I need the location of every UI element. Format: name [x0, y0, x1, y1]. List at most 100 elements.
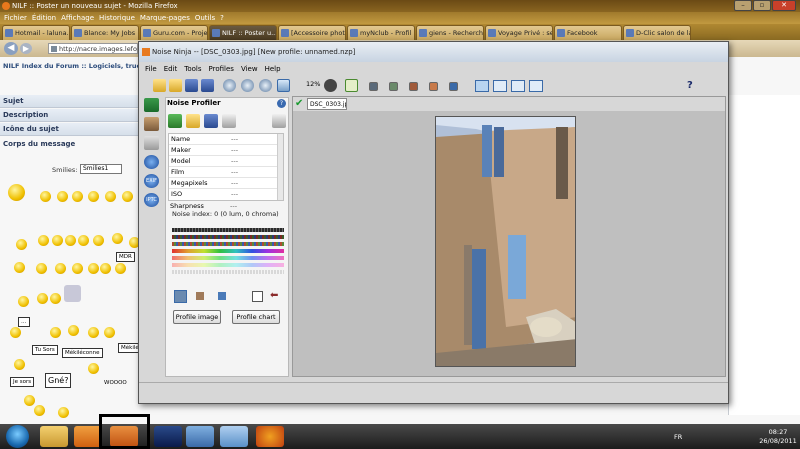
menu-historique[interactable]: Historique	[99, 12, 135, 24]
smiley-icon[interactable]	[105, 191, 116, 202]
menu-view[interactable]: View	[241, 63, 258, 75]
brush-tab-icon[interactable]	[144, 117, 159, 131]
save-profile-icon[interactable]	[204, 114, 218, 128]
menu-affichage[interactable]: Affichage	[61, 12, 94, 24]
zoom-fit-icon[interactable]	[259, 79, 272, 92]
photoshop-taskbar-icon[interactable]	[154, 426, 182, 447]
smilies-dropdown[interactable]: Smilies1	[80, 164, 122, 174]
language-indicator[interactable]: FR	[674, 433, 682, 441]
smiley-icon[interactable]	[78, 235, 89, 246]
smiley-icon[interactable]	[65, 235, 76, 246]
noise-swatch-grid[interactable]	[172, 228, 284, 284]
maximize-button[interactable]: ▫	[753, 0, 771, 11]
smiley-icon[interactable]	[38, 235, 49, 246]
view-split-vertical-button[interactable]	[511, 80, 525, 92]
smiley-icon[interactable]	[57, 191, 68, 202]
smiley-sign-wooo[interactable]: WOOOO	[102, 379, 129, 387]
checklist-icon[interactable]	[272, 114, 286, 128]
metadata-scrollbar[interactable]	[277, 134, 283, 200]
smiley-sign-gne[interactable]: Gné?	[45, 373, 72, 388]
tab-dclic[interactable]: D-Clic salon de la...	[623, 25, 691, 40]
smiley-sign-mdr[interactable]: MDR	[116, 252, 135, 262]
smiley-sign-je-sors[interactable]: Je sors	[10, 377, 35, 387]
back-button[interactable]: ◀	[4, 42, 18, 55]
menu-marque-pages[interactable]: Marque-pages	[140, 12, 190, 24]
photo-preview[interactable]	[435, 116, 576, 367]
smiley-icon[interactable]	[50, 327, 61, 338]
arrow-left-icon[interactable]: ⬅	[270, 290, 278, 302]
smiley-icon[interactable]	[52, 235, 63, 246]
tab-accessoire[interactable]: [Accessoire photo...	[278, 25, 346, 40]
tab-facebook[interactable]: Facebook	[554, 25, 622, 40]
smiley-icon[interactable]	[104, 327, 115, 338]
smiley-icon[interactable]	[72, 263, 83, 274]
menu-outils[interactable]: Outils	[195, 12, 215, 24]
tab-hotmail[interactable]: Hotmail - laluna...	[2, 25, 70, 40]
explorer-taskbar-icon[interactable]	[40, 426, 68, 447]
profile-image-button[interactable]: Profile image	[173, 310, 221, 324]
smiley-icon[interactable]	[112, 233, 123, 244]
smiley-icon[interactable]	[10, 327, 21, 338]
smiley-icon[interactable]	[37, 293, 48, 304]
iptc-tab-icon[interactable]: IPTC	[144, 193, 159, 207]
info-tab-icon[interactable]	[144, 155, 159, 169]
menu-edition[interactable]: Édition	[32, 12, 56, 24]
tab-blance[interactable]: Blance: My Jobs	[71, 25, 139, 40]
smiley-icon[interactable]	[88, 363, 99, 374]
smiley-sign-blank[interactable]: …	[18, 317, 30, 327]
profiler-tab-icon[interactable]	[144, 98, 159, 112]
channel-red-icon[interactable]	[409, 82, 418, 91]
open-profile-icon[interactable]	[186, 114, 200, 128]
app-taskbar-icon[interactable]	[220, 426, 248, 447]
start-button[interactable]	[6, 425, 29, 448]
smiley-sign-mekileconne[interactable]: Mékiléconne	[62, 348, 103, 358]
smiley-icon[interactable]	[14, 359, 25, 370]
menu-edit[interactable]: Edit	[164, 63, 178, 75]
luminance-icon[interactable]	[174, 290, 187, 303]
menu-profiles[interactable]: Profiles	[209, 63, 234, 75]
smiley-sign-tu-sors[interactable]: Tu Sors	[32, 345, 58, 355]
clock[interactable]: 08:27 26/08/2011	[758, 428, 798, 446]
menu-help[interactable]: Help	[265, 63, 281, 75]
save-icon[interactable]	[185, 79, 198, 92]
smiley-icon[interactable]	[55, 263, 66, 274]
smiley-icon[interactable]	[58, 407, 69, 418]
forum-breadcrumb[interactable]: NILF Index du Forum :: Logiciels, trucs …	[0, 59, 145, 73]
message-textarea[interactable]	[728, 95, 800, 415]
actual-size-icon[interactable]	[277, 79, 290, 92]
smiley-icon[interactable]	[122, 191, 133, 202]
menu-file[interactable]: File	[145, 63, 157, 75]
profile-chart-button[interactable]: Profile chart	[232, 310, 280, 324]
tab-mynclub[interactable]: myNclub - Profil	[347, 25, 415, 40]
open-file-icon[interactable]	[169, 79, 182, 92]
smiley-icon[interactable]	[88, 327, 99, 338]
view-single-button[interactable]	[475, 80, 489, 92]
smiley-icon[interactable]	[50, 293, 61, 304]
smiley-icon[interactable]	[93, 235, 104, 246]
smiley-icon[interactable]	[16, 239, 27, 250]
tab-guru[interactable]: Guru.com - Proje...	[140, 25, 208, 40]
checkmark-icon[interactable]: ✔	[295, 99, 305, 109]
smiley-icon[interactable]	[18, 296, 29, 307]
close-button[interactable]: ✕	[772, 0, 796, 11]
smiley-icon[interactable]	[40, 191, 51, 202]
forward-button[interactable]: ▶	[20, 43, 32, 54]
smiley-icon[interactable]	[24, 395, 35, 406]
chroma-blue-icon[interactable]	[218, 292, 226, 300]
tab-voyage-prive[interactable]: Voyage Privé : se...	[485, 25, 553, 40]
smiley-icon[interactable]	[72, 191, 83, 202]
zoom-in-icon[interactable]	[223, 79, 236, 92]
help-icon[interactable]: ?	[277, 99, 286, 108]
open-folder-icon[interactable]	[153, 79, 166, 92]
smiley-icon[interactable]	[34, 405, 45, 416]
chroma-brown-icon[interactable]	[196, 292, 204, 300]
edit-profile-icon[interactable]	[222, 114, 236, 128]
smiley-icon[interactable]	[88, 191, 99, 202]
smiley-icon[interactable]	[36, 263, 47, 274]
trash-icon[interactable]	[64, 285, 81, 302]
smiley-icon[interactable]	[88, 263, 99, 274]
save-as-icon[interactable]	[201, 79, 214, 92]
smiley-icon[interactable]	[8, 184, 25, 201]
view-split-horizontal-button[interactable]	[493, 80, 507, 92]
smiley-icon[interactable]	[68, 325, 79, 336]
